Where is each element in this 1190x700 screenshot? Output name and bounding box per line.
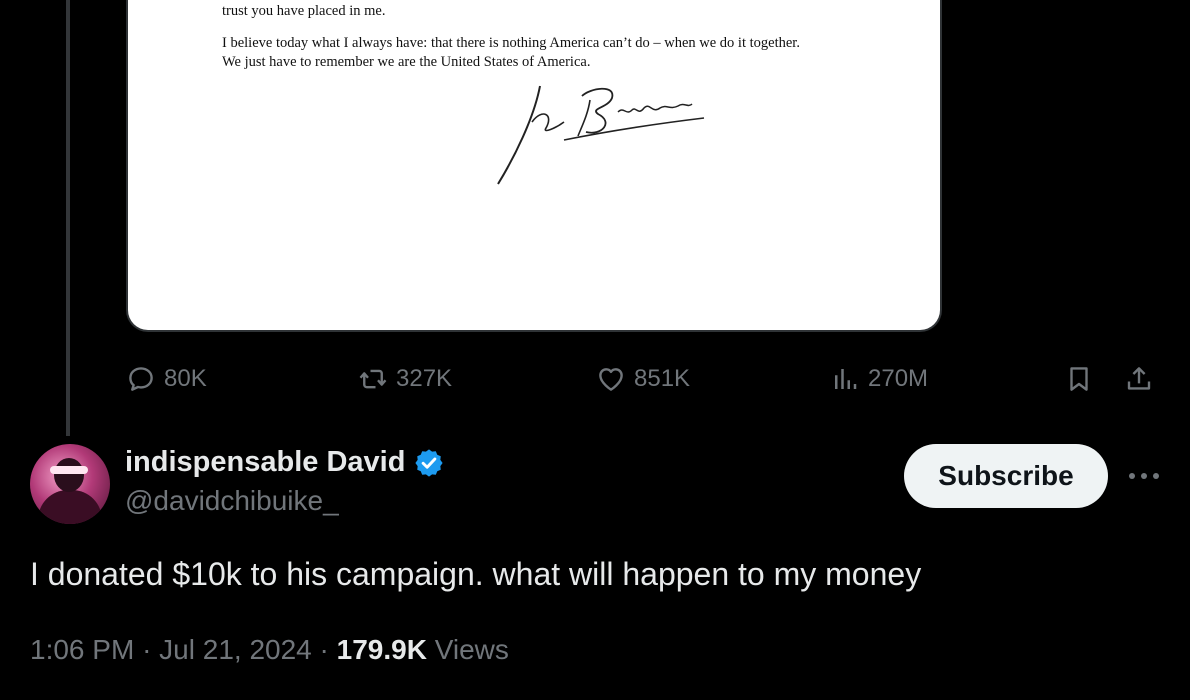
separator-dot: · (319, 634, 329, 665)
views-total: 179.9K (336, 634, 427, 665)
repost-button[interactable]: 327K (358, 358, 452, 400)
letter-line: trust you have placed in me. (222, 3, 386, 19)
tweet-media-image[interactable]: trust you have placed in me. I believe t… (126, 0, 942, 332)
reply-count: 80K (164, 365, 207, 392)
avatar-body (38, 490, 102, 524)
post-date[interactable]: Jul 21, 2024 (159, 634, 312, 665)
views-button[interactable]: 270M (830, 358, 928, 400)
post-time[interactable]: 1:06 PM (30, 634, 134, 665)
avatar-glasses (50, 466, 88, 474)
display-name-text: indispensable David (125, 446, 406, 478)
analytics-bars-icon (835, 369, 857, 389)
signature-image (497, 85, 705, 185)
like-button[interactable]: 851K (596, 358, 690, 400)
share-button[interactable] (1124, 358, 1154, 400)
bookmark-button[interactable] (1064, 358, 1094, 400)
more-dots-icon (1129, 473, 1159, 479)
tweet-text: I donated $10k to his campaign. what wil… (30, 556, 922, 592)
separator-dot: · (142, 634, 152, 665)
like-count: 851K (634, 365, 691, 392)
repost-count: 327K (396, 365, 453, 392)
bookmark-icon (1070, 367, 1088, 391)
avatar[interactable] (30, 444, 110, 524)
user-handle[interactable]: @davidchibuike_ (125, 485, 339, 517)
reply-icon (129, 367, 153, 391)
verified-badge-icon (413, 447, 445, 479)
avatar-face (54, 458, 84, 492)
letter-paragraph: I believe today what I always have: that… (222, 35, 800, 70)
thread-connector-line (66, 0, 70, 436)
views-label: Views (434, 634, 509, 665)
tweet-action-bar: 80K 327K 851K 270M (126, 358, 1166, 400)
views-count: 270M (868, 365, 929, 392)
heart-icon (599, 368, 623, 391)
tweet-metadata: 1:06 PM · Jul 21, 2024 · 179.9K Views (30, 634, 509, 666)
repost-icon (359, 369, 387, 389)
share-icon (1127, 367, 1151, 390)
subscribe-button[interactable]: Subscribe (904, 444, 1108, 508)
reply-button[interactable]: 80K (126, 358, 207, 400)
more-options-button[interactable] (1124, 458, 1164, 494)
user-display-name[interactable]: indispensable David (125, 446, 445, 479)
